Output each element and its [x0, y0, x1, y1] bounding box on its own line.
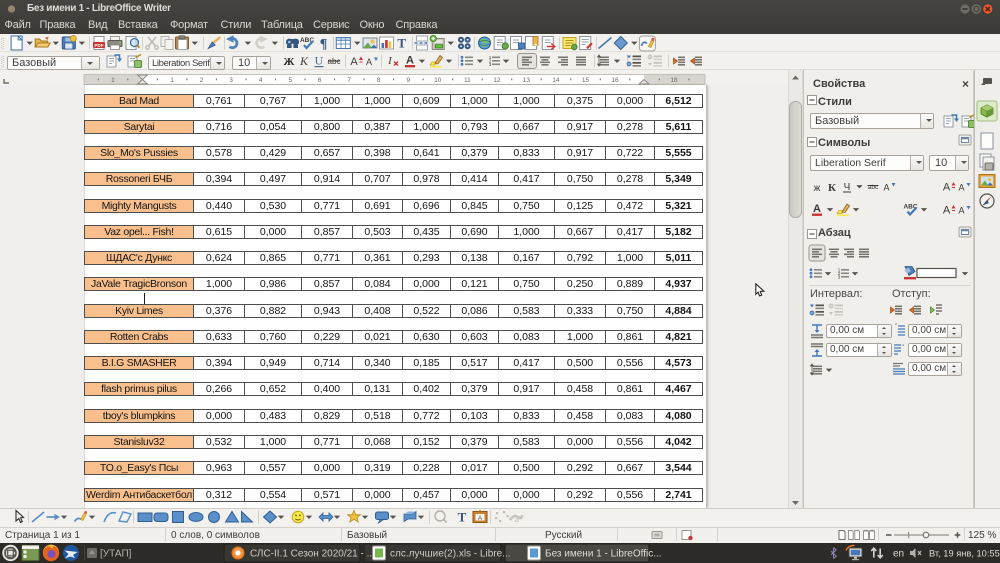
- svg-text:8: 8: [377, 77, 381, 84]
- svg-text:A: A: [943, 205, 951, 217]
- svg-text:T: T: [458, 510, 467, 525]
- svg-text:U: U: [315, 54, 324, 68]
- svg-text:4: 4: [259, 77, 263, 84]
- svg-text:ж: ж: [814, 183, 821, 194]
- svg-text:PDF: PDF: [95, 43, 104, 48]
- svg-text:I: I: [387, 55, 393, 67]
- svg-text:A: A: [406, 55, 414, 67]
- svg-text:": ": [902, 345, 904, 351]
- svg-text:¶: ¶: [320, 37, 328, 52]
- svg-text:A: A: [943, 182, 951, 194]
- svg-text:11: 11: [464, 77, 471, 84]
- svg-text:15: 15: [582, 77, 590, 84]
- svg-text:3: 3: [838, 274, 841, 279]
- svg-text:Без имени 1 - LibreOffic...: Без имени 1 - LibreOffic...: [545, 549, 662, 560]
- svg-text:9: 9: [406, 77, 410, 84]
- svg-text:A: A: [883, 183, 889, 193]
- svg-text:Вт, 19 янв, 10:55: Вт, 19 янв, 10:55: [929, 549, 1000, 559]
- svg-text:A: A: [366, 57, 372, 67]
- svg-text:12: 12: [493, 77, 501, 84]
- svg-text:K: K: [299, 54, 309, 68]
- svg-text:A: A: [478, 515, 483, 522]
- svg-text:5: 5: [288, 77, 292, 84]
- svg-text:Ч: Ч: [844, 182, 851, 193]
- svg-text:слс.лучшие(2).xls - Libre...: слс.лучшие(2).xls - Libre...: [390, 549, 511, 560]
- svg-text:СЛС-II.1 Сезон 2020/21 - ...: СЛС-II.1 Сезон 2020/21 - ...: [250, 549, 375, 560]
- svg-text:10: 10: [434, 77, 442, 84]
- svg-text:en: en: [893, 549, 904, 560]
- svg-text:1: 1: [170, 77, 174, 84]
- svg-text:Ж: Ж: [284, 56, 295, 68]
- svg-text:A: A: [958, 183, 964, 193]
- svg-text:3: 3: [229, 77, 233, 84]
- svg-text:A: A: [958, 206, 964, 216]
- svg-text:2: 2: [200, 77, 204, 84]
- svg-text:a: a: [515, 515, 520, 524]
- svg-text:18: 18: [670, 77, 678, 84]
- svg-text:3: 3: [489, 62, 492, 67]
- svg-text:T: T: [397, 36, 406, 51]
- svg-text:6: 6: [318, 77, 322, 84]
- svg-text:A: A: [350, 56, 358, 68]
- svg-text:1: 1: [111, 77, 115, 84]
- svg-text:[УТАП]: [УТАП]: [100, 549, 132, 560]
- svg-text:": ": [895, 324, 897, 330]
- svg-text:7: 7: [347, 77, 351, 84]
- svg-text:16: 16: [611, 77, 619, 84]
- svg-text:13: 13: [523, 77, 531, 84]
- svg-text:14: 14: [552, 77, 560, 84]
- svg-text:К: К: [828, 182, 836, 194]
- svg-text:A: A: [813, 203, 821, 215]
